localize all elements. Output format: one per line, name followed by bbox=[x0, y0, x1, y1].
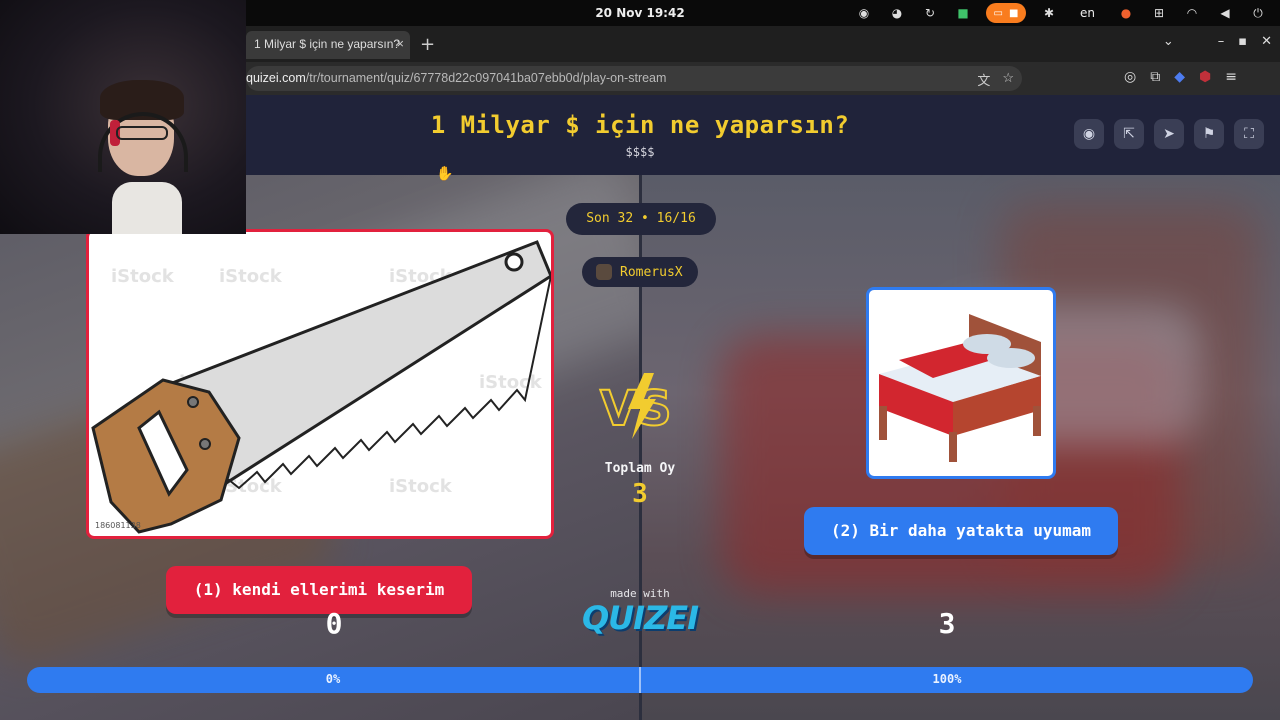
system-tray: ◉ ◕ ↻ ■ ▭ ■ ✱ en ● ⊞ ◠ ◀ ⏻ bbox=[854, 3, 1268, 23]
vs-lightning-icon: VS bbox=[599, 373, 673, 439]
discord-icon[interactable]: ◕ bbox=[887, 3, 907, 23]
mouse-cursor: ✋ bbox=[436, 166, 454, 182]
option-left-percent: 0% bbox=[325, 672, 341, 686]
round-indicator: Son 32 • 16/16 bbox=[566, 203, 716, 235]
accessibility-icon[interactable]: ✱ bbox=[1039, 3, 1059, 23]
maximize-icon[interactable]: ▪ bbox=[1238, 34, 1247, 49]
url-path: /tr/tournament/quiz/67778d22c097041ba07e… bbox=[305, 71, 667, 85]
new-tab-button[interactable]: + bbox=[420, 34, 435, 55]
option-left-image[interactable]: iStock iStock iStock iStock iStock iStoc… bbox=[86, 229, 554, 539]
quizei-logo[interactable]: QUIZEI bbox=[580, 599, 700, 637]
browser-tab[interactable]: 1 Milyar $ için ne yaparsın? × bbox=[246, 31, 410, 59]
url-host: quizei.com bbox=[246, 71, 306, 85]
window-close-icon[interactable]: ✕ bbox=[1261, 34, 1272, 49]
tab-title: 1 Milyar $ için ne yaparsın? bbox=[254, 37, 401, 51]
volume-icon[interactable]: ◀ bbox=[1215, 3, 1235, 23]
toolbar-icons: ◎ ⧉ ◆ ⬢ ≡ bbox=[1124, 69, 1237, 85]
ublock-icon[interactable]: ⬢ bbox=[1199, 69, 1211, 85]
avatar bbox=[596, 264, 612, 280]
stop-icon: ■ bbox=[1009, 7, 1019, 19]
eye-icon[interactable]: ◉ bbox=[1074, 119, 1104, 149]
option-right-button[interactable]: (2) Bir daha yatakta uyumam bbox=[804, 507, 1118, 555]
screen-share-indicator[interactable]: ▭ ■ bbox=[986, 3, 1026, 23]
stock-image-id: 186081138 bbox=[95, 521, 141, 530]
send-icon[interactable]: ➤ bbox=[1154, 119, 1184, 149]
microphone-icon[interactable]: ● bbox=[1116, 3, 1136, 23]
extensions-icon[interactable]: ⧉ bbox=[1150, 69, 1160, 85]
menu-icon[interactable]: ≡ bbox=[1225, 69, 1237, 85]
option-right-image[interactable] bbox=[866, 287, 1056, 479]
webcam-person-shirt bbox=[112, 182, 182, 234]
fullscreen-icon[interactable]: ⛶ bbox=[1234, 119, 1264, 149]
option-right-votes: 3 bbox=[938, 607, 956, 640]
player-chip: RomerusX bbox=[582, 257, 698, 287]
option-right-percent: 100% bbox=[932, 672, 962, 686]
tab-list-icon[interactable]: ⌄ bbox=[1163, 34, 1174, 49]
wifi-off-icon[interactable]: ◠ bbox=[1182, 3, 1202, 23]
lock-icon[interactable]: ■ bbox=[953, 3, 973, 23]
power-icon[interactable]: ⏻ bbox=[1248, 3, 1268, 23]
total-votes-label: Toplam Oy bbox=[604, 461, 676, 476]
flag-icon[interactable]: ⚑ bbox=[1194, 119, 1224, 149]
privacy-badger-icon[interactable]: ◆ bbox=[1174, 69, 1185, 85]
hand-saw-illustration bbox=[91, 240, 551, 534]
record-icon[interactable]: ◉ bbox=[854, 3, 874, 23]
header-actions: ◉ ⇱ ➤ ⚑ ⛶ bbox=[1074, 119, 1264, 149]
share-icon[interactable]: ⇱ bbox=[1114, 119, 1144, 149]
network-icon[interactable]: ⊞ bbox=[1149, 3, 1169, 23]
account-icon[interactable]: ◎ bbox=[1124, 69, 1136, 85]
glasses-icon bbox=[116, 126, 168, 140]
bed-illustration bbox=[879, 314, 1041, 462]
player-name: RomerusX bbox=[620, 264, 683, 280]
cast-icon: ▭ bbox=[993, 7, 1003, 19]
address-bar[interactable]: quizei.com/tr/tournament/quiz/67778d22c0… bbox=[246, 66, 1022, 91]
address-bar-actions: 文 ☆ bbox=[977, 70, 1014, 89]
screen: 20 Nov 19:42 ◉ ◕ ↻ ■ ▭ ■ ✱ en ● ⊞ ◠ ◀ ⏻ 1… bbox=[0, 0, 1280, 720]
minimize-icon[interactable]: – bbox=[1218, 34, 1225, 49]
window-controls: ⌄ – ▪ ✕ bbox=[1163, 34, 1272, 49]
translate-icon[interactable]: 文 bbox=[977, 70, 990, 89]
vote-progress-bar: 0% 100% bbox=[27, 667, 1253, 693]
option-left-votes: 0 bbox=[325, 607, 343, 640]
total-votes-value: 3 bbox=[632, 479, 648, 509]
tab-close-icon[interactable]: × bbox=[396, 36, 404, 51]
sync-icon[interactable]: ↻ bbox=[920, 3, 940, 23]
bookmark-star-icon[interactable]: ☆ bbox=[1002, 70, 1014, 89]
webcam-overlay bbox=[0, 0, 246, 234]
keyboard-language[interactable]: en bbox=[1072, 6, 1103, 20]
